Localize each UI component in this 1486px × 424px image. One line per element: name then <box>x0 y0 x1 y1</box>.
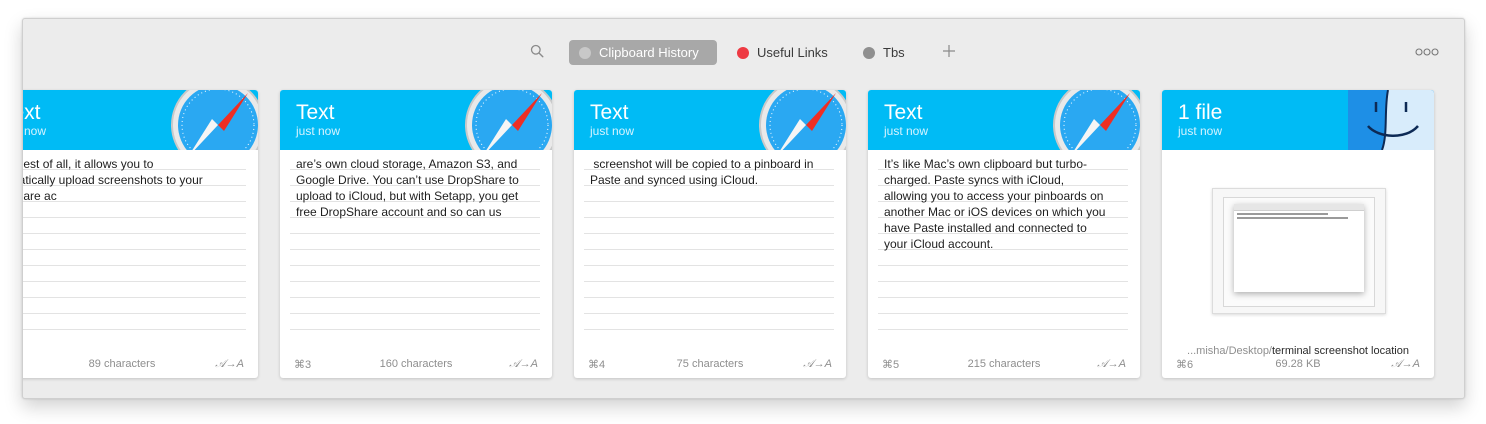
card-content: d. Best of all, it allows you to omatica… <box>23 157 203 203</box>
card-type: Text <box>590 101 629 124</box>
card-header: Text just now <box>574 90 846 150</box>
toolbar: Clipboard History Useful Links Tbs <box>23 19 1464 85</box>
file-path: ...misha/Desktop/terminal screenshot loc… <box>1162 345 1434 357</box>
tab-useful-links[interactable]: Useful Links <box>727 40 838 65</box>
pinboard-color-dot <box>579 46 591 59</box>
finder-icon <box>1348 90 1434 150</box>
card-header: Text just now <box>23 90 258 150</box>
paste-window: Clipboard History Useful Links Tbs Text … <box>22 18 1465 399</box>
ellipsis-icon[interactable] <box>1415 48 1439 56</box>
card-time: just now <box>23 124 47 138</box>
tab-label: Clipboard History <box>599 45 699 60</box>
pinboard-color-dot <box>863 46 875 59</box>
clipboard-card[interactable]: Text just now are’s own cloud storage, A… <box>280 90 552 378</box>
file-path-prefix: ...misha/Desktop/ <box>1187 345 1272 357</box>
card-time: just now <box>1178 124 1223 138</box>
card-type: Text <box>296 101 335 124</box>
clipboard-card[interactable]: Text just now It’s like Mac’s own clipbo… <box>868 90 1140 378</box>
file-name: terminal screenshot location <box>1272 345 1409 357</box>
card-time: just now <box>884 124 929 138</box>
card-type: Text <box>884 101 923 124</box>
screenshot-preview <box>1223 197 1375 307</box>
card-content: screenshot will be copied to a pinboard … <box>590 157 814 187</box>
safari-icon <box>1053 90 1140 150</box>
card-footer: ⌘5 215 characters 𝒜→A <box>868 358 1140 372</box>
card-content: It’s like Mac’s own clipboard but turbo-… <box>884 157 1106 251</box>
card-type: 1 file <box>1178 101 1223 124</box>
tab-label: Useful Links <box>757 45 828 60</box>
safari-icon <box>759 90 846 150</box>
card-footer: ⌘3 160 characters 𝒜→A <box>280 358 552 372</box>
card-footer: ⌘6 69.28 KB 𝒜→A <box>1162 358 1434 372</box>
card-time: just now <box>296 124 341 138</box>
card-header: Text just now <box>868 90 1140 150</box>
file-thumbnail <box>1212 188 1386 314</box>
card-type: Text <box>23 101 41 124</box>
clipboard-card[interactable]: Text just now d. Best of all, it allows … <box>23 90 258 378</box>
card-footer: ⌘4 75 characters 𝒜→A <box>574 358 846 372</box>
tab-clipboard-history[interactable]: Clipboard History <box>569 40 717 65</box>
plus-icon[interactable] <box>941 43 957 59</box>
card-footer: 89 characters 𝒜→A <box>23 358 258 372</box>
clipboard-card[interactable]: Text just now screenshot will be copied … <box>574 90 846 378</box>
paste-as-plain-text-button[interactable]: 𝒜→A <box>803 358 832 371</box>
search-icon[interactable] <box>530 44 544 58</box>
paste-as-plain-text-button[interactable]: 𝒜→A <box>1097 358 1126 371</box>
tab-tbs[interactable]: Tbs <box>853 40 915 65</box>
paste-as-plain-text-button[interactable]: 𝒜→A <box>509 358 538 371</box>
paste-as-plain-text-button[interactable]: 𝒜→A <box>1391 358 1420 371</box>
tab-label: Tbs <box>883 45 905 60</box>
paste-as-plain-text-button[interactable]: 𝒜→A <box>215 358 244 371</box>
card-content: are’s own cloud storage, Amazon S3, and … <box>296 157 519 219</box>
card-header: 1 file just now <box>1162 90 1434 150</box>
pinboard-color-dot <box>737 46 749 59</box>
card-header: Text just now <box>280 90 552 150</box>
card-time: just now <box>590 124 635 138</box>
safari-icon <box>465 90 552 150</box>
safari-icon <box>171 90 258 150</box>
terminal-window-preview <box>1234 204 1364 292</box>
clipboard-file-card[interactable]: 1 file just now ...misha/Desktop/termina… <box>1162 90 1434 378</box>
